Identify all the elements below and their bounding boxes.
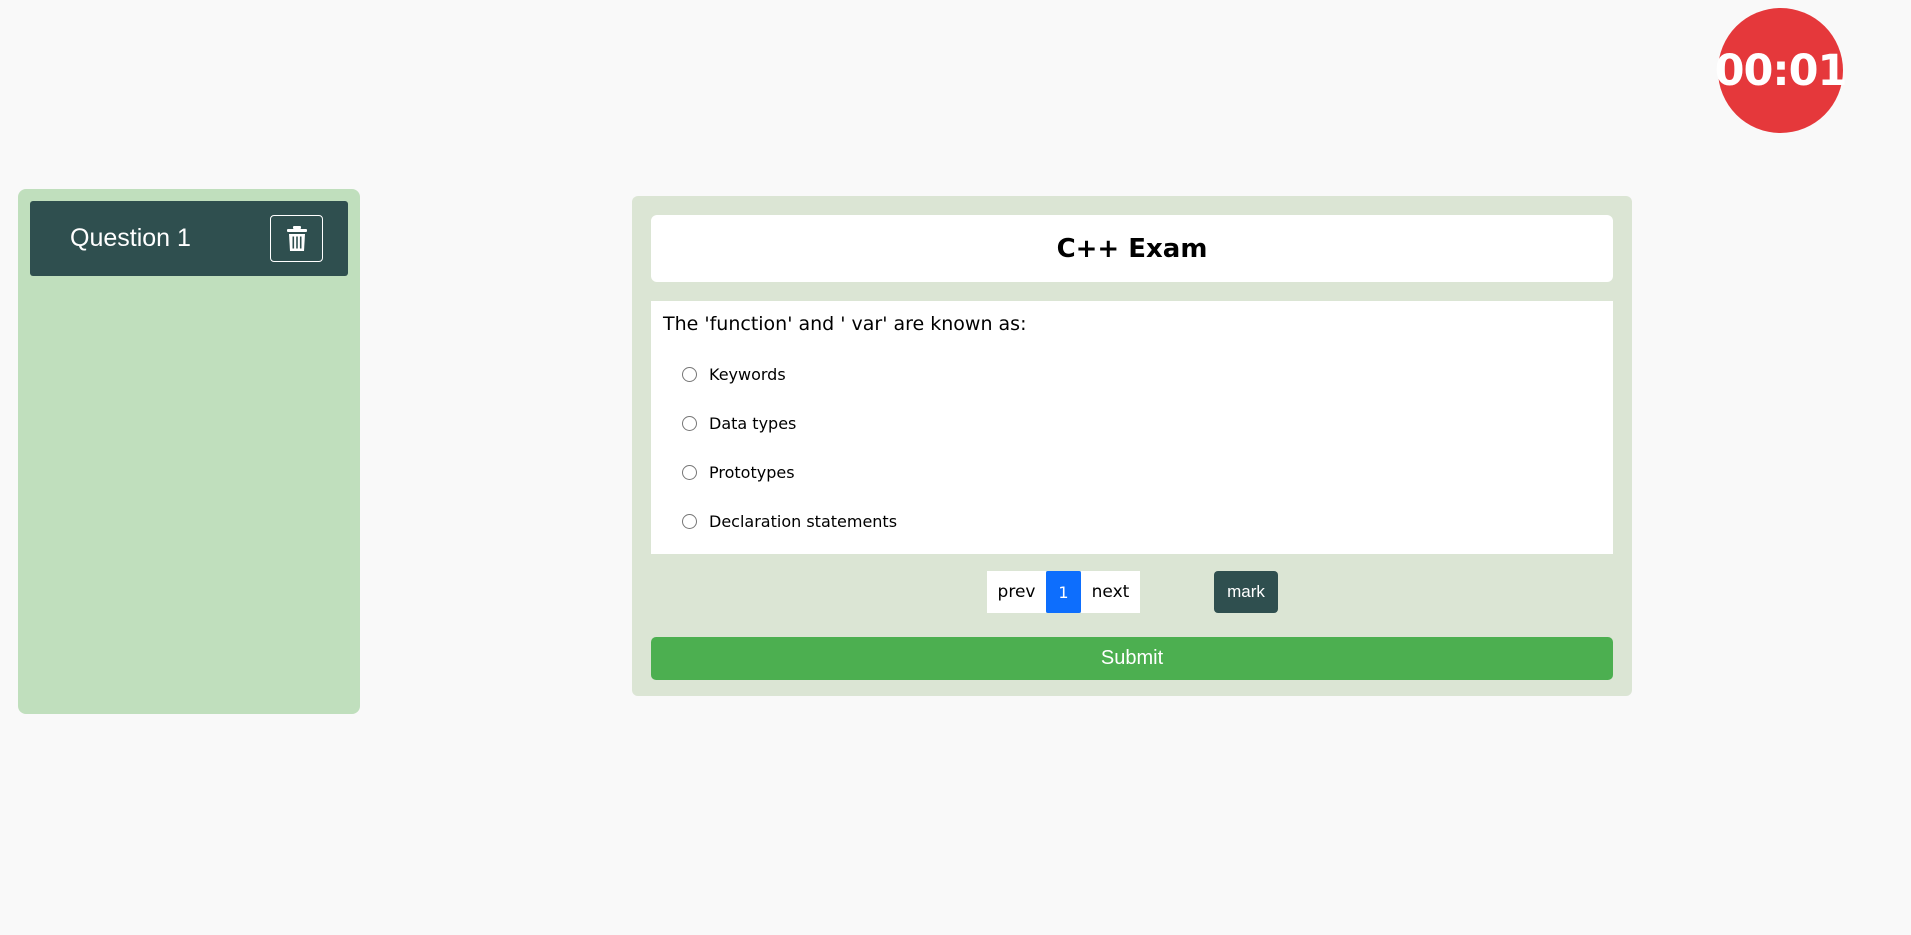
question-text: The 'function' and ' var' are known as: — [663, 313, 1027, 335]
delete-question-button[interactable] — [270, 215, 323, 262]
prev-button[interactable]: prev — [987, 571, 1046, 613]
submit-button[interactable]: Submit — [651, 637, 1613, 680]
option-declaration-statements[interactable]: Declaration statements — [682, 512, 897, 531]
option-data-types[interactable]: Data types — [682, 414, 796, 433]
trash-icon — [286, 225, 307, 251]
next-button[interactable]: next — [1081, 571, 1140, 613]
option-label: Data types — [709, 414, 797, 433]
page-1-button[interactable]: 1 — [1046, 571, 1081, 613]
option-prototypes[interactable]: Prototypes — [682, 463, 795, 482]
exam-title: C++ Exam — [1056, 233, 1208, 264]
exam-panel: C++ Exam The 'function' and ' var' are k… — [632, 196, 1632, 696]
option-label: Keywords — [709, 365, 786, 384]
radio-button[interactable] — [682, 416, 697, 431]
radio-button[interactable] — [682, 465, 697, 480]
exam-header: C++ Exam — [651, 215, 1613, 282]
countdown-timer: 00:01 — [1715, 8, 1847, 133]
option-label: Prototypes — [709, 463, 795, 482]
question-sidebar: Question 1 — [18, 189, 360, 714]
option-label: Declaration statements — [709, 512, 898, 531]
question-card: The 'function' and ' var' are known as: … — [651, 301, 1613, 554]
sidebar-item-label: Question 1 — [70, 224, 191, 252]
option-keywords[interactable]: Keywords — [682, 365, 786, 384]
mark-button[interactable]: mark — [1214, 571, 1278, 613]
radio-button[interactable] — [682, 514, 697, 529]
sidebar-item-question-1[interactable]: Question 1 — [30, 201, 348, 276]
pagination: prev 1 next — [987, 571, 1140, 613]
radio-button[interactable] — [682, 367, 697, 382]
